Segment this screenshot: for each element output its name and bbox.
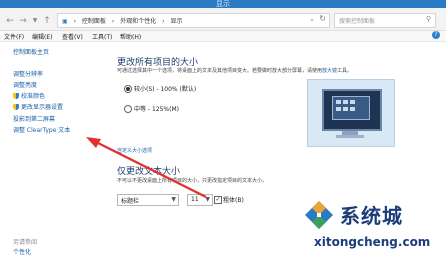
size-description: 可通过选择其中一个选项，将桌面上的文本及其他项目变大。若要做时放大部分屏幕，请使…	[117, 68, 353, 74]
watermark: 系统城 xitongcheng.com	[300, 198, 446, 254]
chevron-down-icon: ▼	[171, 196, 176, 203]
font-size-select[interactable]: 11 ▼	[187, 194, 213, 206]
custom-size-link[interactable]: 自定义大小选项	[117, 147, 152, 154]
sidebar-item-display-settings[interactable]: 更改显示器设置	[13, 102, 63, 111]
menu-file[interactable]: 文件(F)	[4, 32, 24, 41]
computer-icon: ▣	[62, 18, 68, 25]
search-icon[interactable]: ⚲	[426, 15, 431, 23]
title-bar: 显示	[0, 0, 446, 8]
radio-small-label: 较小(S) - 100% (默认)	[134, 86, 197, 93]
text-size-heading: 仅更改文本大小	[117, 167, 181, 177]
help-icon[interactable]: ?	[432, 31, 440, 39]
sidebar: 控制面板主页 调整分辨率 调整亮度 校准颜色 更改显示器设置 投影到第二屏幕 调…	[0, 42, 100, 256]
shield-icon	[13, 93, 19, 99]
sidebar-item-brightness[interactable]: 调整亮度	[13, 80, 37, 89]
bold-checkbox-label: 粗体(B)	[223, 197, 244, 204]
back-icon[interactable]: ←	[4, 15, 16, 27]
item-select-value: 标题栏	[121, 198, 140, 205]
shield-icon	[13, 104, 19, 110]
address-dropdown-icon[interactable]: ⌄	[309, 15, 315, 23]
sidebar-item-project[interactable]: 投影到第二屏幕	[13, 114, 55, 123]
sidebar-item-label: 校准颜色	[21, 93, 46, 100]
breadcrumb-display[interactable]: 显示	[170, 18, 182, 25]
breadcrumb-control-panel[interactable]: 控制面板	[82, 18, 106, 25]
sidebar-item-calibrate[interactable]: 校准颜色	[13, 91, 45, 100]
recent-chevron-icon[interactable]: ▼	[29, 15, 41, 27]
search-input[interactable]: 搜索控制面板 ⚲	[334, 13, 436, 28]
watermark-logo-icon	[305, 201, 333, 229]
refresh-icon[interactable]: ↻	[319, 14, 326, 23]
item-select[interactable]: 标题栏 ▼	[117, 194, 179, 206]
address-box[interactable]: ▣ › 控制面板 › 外观和个性化 › 显示 ⌄ ↻	[57, 13, 330, 28]
display-preview-image	[307, 79, 395, 147]
radio-small[interactable]	[124, 85, 132, 93]
chevron-down-icon: ▼	[205, 196, 210, 203]
sidebar-home-link[interactable]: 控制面板主页	[13, 47, 49, 56]
bold-checkbox[interactable]: ✓	[214, 196, 222, 204]
see-also-heading: 另请参阅	[13, 239, 38, 246]
watermark-en: xitongcheng.com	[314, 235, 431, 249]
sidebar-item-resolution[interactable]: 调整分辨率	[13, 69, 43, 78]
address-toolbar: ← → ▼ ↑ ▣ › 控制面板 › 外观和个性化 › 显示 ⌄ ↻ 搜索控制面…	[0, 8, 446, 31]
see-also-personalization-link[interactable]: 个性化	[13, 247, 31, 256]
breadcrumb-appearance[interactable]: 外观和个性化	[120, 18, 156, 25]
menu-view[interactable]: 查看(V)	[62, 32, 83, 41]
radio-medium-label: 中等 - 125%(M)	[134, 106, 179, 113]
sidebar-item-label: 更改显示器设置	[21, 104, 64, 111]
watermark-cn: 系统城	[340, 204, 403, 228]
menu-bar: 文件(F) 编辑(E) 查看(V) 工具(T) 帮助(H) ?	[0, 31, 446, 42]
font-size-value: 11	[191, 196, 199, 203]
text-size-description: 不可以不更改桌面上所有项目的大小，只更改指定项目的文本大小。	[117, 178, 268, 184]
magnifier-link[interactable]: 放大镜	[322, 68, 337, 74]
up-icon[interactable]: ↑	[41, 15, 53, 27]
forward-icon[interactable]: →	[17, 15, 29, 27]
radio-medium[interactable]	[124, 105, 132, 113]
menu-tools[interactable]: 工具(T)	[92, 32, 112, 41]
menu-edit[interactable]: 编辑(E)	[32, 32, 52, 41]
monitor-icon	[322, 89, 382, 131]
search-placeholder: 搜索控制面板	[339, 18, 376, 25]
sidebar-item-cleartype[interactable]: 调整 ClearType 文本	[13, 125, 70, 134]
breadcrumb: ▣ › 控制面板 › 外观和个性化 › 显示	[62, 18, 183, 25]
menu-help[interactable]: 帮助(H)	[120, 32, 141, 41]
